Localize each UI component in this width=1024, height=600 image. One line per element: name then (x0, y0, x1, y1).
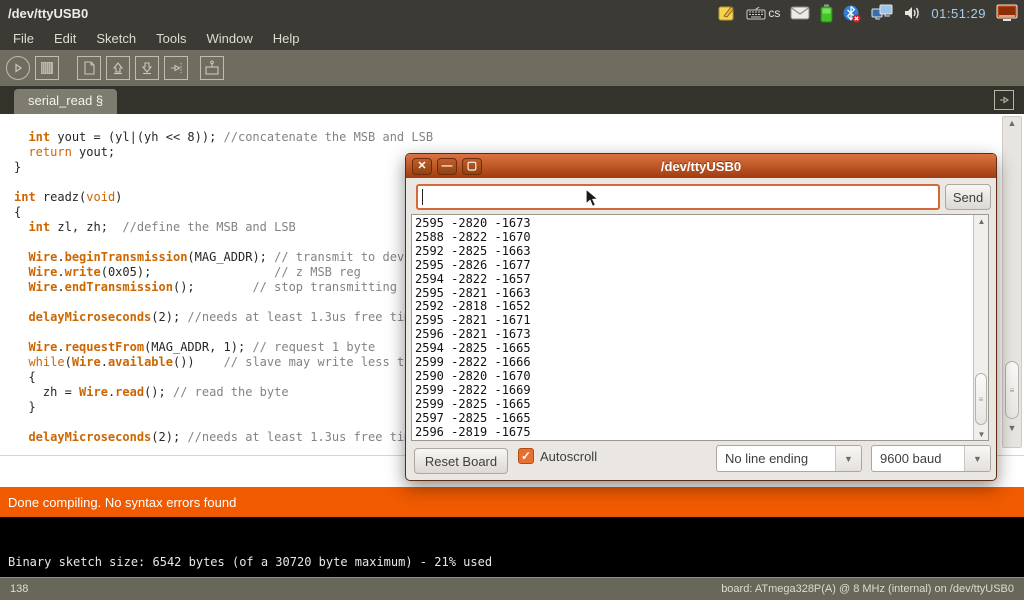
code-line: return yout; (14, 145, 433, 160)
serial-monitor-title: /dev/ttyUSB0 (406, 159, 996, 174)
code-line: Wire.requestFrom(MAG_ADDR, 1); // reques… (14, 340, 433, 355)
serial-output-area[interactable]: 2595 -2820 -1673 2588 -2822 -1670 2592 -… (411, 214, 989, 441)
serial-monitor-button[interactable] (200, 56, 224, 80)
network-icon[interactable] (871, 3, 893, 23)
top-panel: /dev/ttyUSB0 cs 01:5 (0, 0, 1024, 26)
display-icon[interactable] (996, 3, 1018, 23)
menu-window[interactable]: Window (197, 28, 261, 49)
chevron-down-icon[interactable]: ▼ (964, 446, 990, 471)
serial-monitor-controls: Reset Board ✓ Autoscroll No line ending … (406, 446, 996, 476)
open-sketch-button[interactable] (106, 56, 130, 80)
system-tray: cs 01:51:29 (718, 3, 1018, 23)
editor-scrollbar-thumb[interactable]: ≡ (1005, 361, 1019, 419)
reset-board-button[interactable]: Reset Board (414, 448, 508, 474)
menu-tools[interactable]: Tools (147, 28, 195, 49)
code-line: int yout = (yl|(yh << 8)); //concatenate… (14, 130, 433, 145)
arduino-ide-screen: /dev/ttyUSB0 cs 01:5 (0, 0, 1024, 600)
code-line: delayMicroseconds(2); //needs at least 1… (14, 430, 433, 445)
baud-rate-value: 9600 baud (872, 446, 964, 471)
save-sketch-button[interactable] (135, 56, 159, 80)
new-sketch-button[interactable] (77, 56, 101, 80)
maximize-button[interactable]: ▢ (462, 158, 482, 175)
code-line: } (14, 160, 433, 175)
clock[interactable]: 01:51:29 (931, 6, 986, 21)
bottom-status-bar: 138 board: ATmega328P(A) @ 8 MHz (intern… (0, 577, 1024, 600)
mail-icon[interactable] (790, 3, 810, 23)
code-line (14, 415, 433, 430)
code-line: { (14, 205, 433, 220)
code-line: zh = Wire.read(); // read the byte (14, 385, 433, 400)
tab-menu-button[interactable] (994, 90, 1014, 110)
window-title: /dev/ttyUSB0 (8, 6, 88, 21)
code-line (14, 235, 433, 250)
menu-sketch[interactable]: Sketch (87, 28, 145, 49)
code-line: } (14, 400, 433, 415)
code-line: int zl, zh; //define the MSB and LSB (14, 220, 433, 235)
line-number: 138 (10, 583, 28, 595)
menu-edit[interactable]: Edit (45, 28, 85, 49)
line-ending-dropdown[interactable]: No line ending ▼ (716, 445, 862, 472)
build-console: Binary sketch size: 6542 bytes (of a 307… (0, 517, 1024, 577)
scroll-up-arrow[interactable]: ▲ (1003, 118, 1021, 128)
menubar: FileEditSketchToolsWindowHelp (0, 26, 1024, 50)
code-line: Wire.write(0x05); // z MSB reg (14, 265, 433, 280)
menu-help[interactable]: Help (264, 28, 309, 49)
serial-input-field[interactable] (416, 184, 940, 210)
note-icon[interactable] (718, 3, 736, 23)
board-info: board: ATmega328P(A) @ 8 MHz (internal) … (721, 583, 1014, 595)
tab-serial-read[interactable]: serial_read § (14, 89, 117, 114)
code-text[interactable]: int yout = (yl|(yh << 8)); //concatenate… (14, 130, 433, 445)
code-line: int readz(void) (14, 190, 433, 205)
serial-output-text: 2595 -2820 -1673 2588 -2822 -1670 2592 -… (412, 215, 988, 440)
code-line: delayMicroseconds(2); //needs at least 1… (14, 310, 433, 325)
volume-icon[interactable] (903, 3, 921, 23)
editor-scrollbar[interactable]: ▲ ≡ ▼ (1002, 116, 1022, 448)
send-button[interactable]: Send (945, 184, 991, 210)
code-line: Wire.endTransmission(); // stop transmit… (14, 280, 433, 295)
menu-file[interactable]: File (4, 28, 43, 49)
keyboard-layout-label: cs (768, 6, 780, 20)
baud-rate-dropdown[interactable]: 9600 baud ▼ (871, 445, 991, 472)
text-caret (422, 189, 423, 205)
console-output: Binary sketch size: 6542 bytes (of a 307… (8, 555, 492, 569)
autoscroll-checkbox[interactable]: ✓ (518, 448, 534, 464)
serial-scroll-down[interactable]: ▼ (974, 430, 989, 439)
bluetooth-icon[interactable] (843, 3, 861, 23)
code-line (14, 175, 433, 190)
minimize-button[interactable]: — (437, 158, 457, 175)
upload-button[interactable] (164, 56, 188, 80)
scroll-down-arrow[interactable]: ▼ (1003, 423, 1021, 433)
serial-scrollbar[interactable]: ▲ ≡ ▼ (973, 215, 988, 440)
battery-icon[interactable] (820, 3, 833, 23)
close-button[interactable]: ✕ (412, 158, 432, 175)
line-ending-value: No line ending (717, 446, 835, 471)
code-line (14, 325, 433, 340)
verify-button[interactable] (6, 56, 30, 80)
stop-button[interactable] (35, 56, 59, 80)
code-line (14, 295, 433, 310)
serial-scroll-up[interactable]: ▲ (974, 217, 989, 226)
keyboard-icon[interactable]: cs (746, 3, 780, 23)
autoscroll-label: Autoscroll (540, 449, 597, 464)
code-line: Wire.beginTransmission(MAG_ADDR); // tra… (14, 250, 433, 265)
compile-status-text: Done compiling. No syntax errors found (8, 495, 236, 510)
compile-status-bar: Done compiling. No syntax errors found (0, 487, 1024, 517)
tab-bar: serial_read § (0, 86, 1024, 114)
window-buttons: ✕ — ▢ (412, 158, 482, 175)
chevron-down-icon[interactable]: ▼ (835, 446, 861, 471)
code-line: { (14, 370, 433, 385)
serial-scrollbar-thumb[interactable]: ≡ (975, 373, 987, 425)
code-line: while(Wire.available()) // slave may wri… (14, 355, 433, 370)
toolbar (0, 50, 1024, 86)
serial-monitor-window: /dev/ttyUSB0 ✕ — ▢ Send 2595 -2820 -1673… (405, 153, 997, 481)
serial-monitor-titlebar[interactable]: /dev/ttyUSB0 ✕ — ▢ (406, 154, 996, 178)
